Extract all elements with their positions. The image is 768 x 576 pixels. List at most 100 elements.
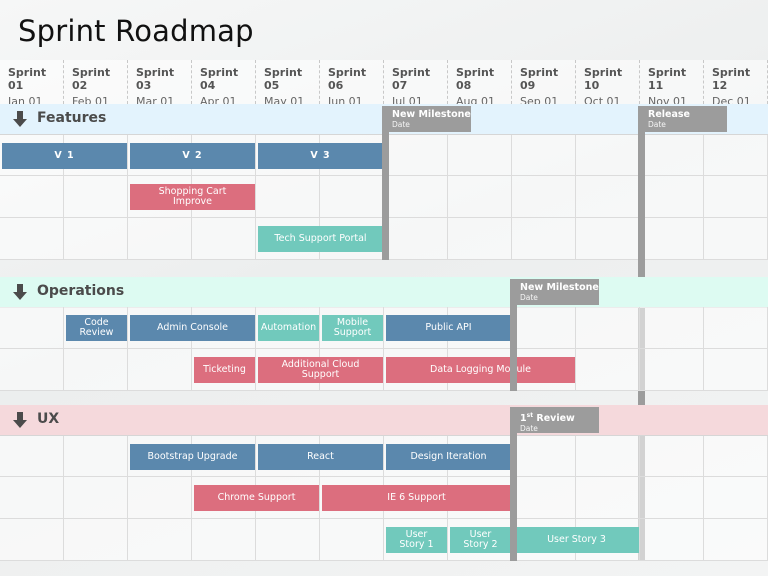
grid-cell xyxy=(640,218,704,260)
task-bar[interactable]: Public API xyxy=(386,315,511,341)
sprint-name: Sprint 04 xyxy=(200,66,239,92)
task-bar[interactable]: Additional Cloud Support xyxy=(258,357,383,383)
sprint-column-header: Sprint 04 Apr 01 xyxy=(192,60,256,108)
milestone-date: Date xyxy=(520,424,538,434)
sprint-header-row: Sprint 01 Jan 01 Sprint 02 Feb 01 Sprint 03 M… xyxy=(0,60,768,108)
grid-cell xyxy=(64,349,128,391)
grid-cell xyxy=(512,307,576,349)
milestone-flag[interactable]: New Milestone Date xyxy=(510,279,599,305)
section-title: Operations xyxy=(37,283,125,299)
task-bar[interactable]: V 3 xyxy=(258,143,383,169)
grid-cell xyxy=(512,436,576,477)
milestone-name: Release xyxy=(648,109,690,120)
grid-cell xyxy=(320,176,384,218)
task-bar[interactable]: Code Review xyxy=(66,315,127,341)
task-bar[interactable]: Admin Console xyxy=(130,315,255,341)
grid-cell xyxy=(0,307,64,349)
task-bar[interactable]: Design Iteration xyxy=(386,444,511,470)
grid-cell xyxy=(128,349,192,391)
task-bar[interactable]: User Story 1 xyxy=(386,527,447,553)
section-title: Features xyxy=(37,110,107,126)
grid-cell xyxy=(640,477,704,519)
section-header-ux[interactable]: UX xyxy=(0,405,768,436)
grid-cell xyxy=(512,477,576,519)
sprint-name: Sprint 06 xyxy=(328,66,367,92)
milestone-name: New Milestone xyxy=(392,109,471,120)
grid-cell xyxy=(448,135,512,176)
sprint-column-header: Sprint 07 Jul 01 xyxy=(384,60,448,108)
milestone-date: Date xyxy=(648,120,666,129)
task-bar[interactable]: Ticketing xyxy=(194,357,255,383)
milestone-flag[interactable]: New Milestone Date xyxy=(382,106,471,132)
task-bar[interactable]: React xyxy=(258,444,383,470)
task-bar[interactable]: Data Logging Module xyxy=(386,357,575,383)
milestone-flag[interactable]: 1st Review Date xyxy=(510,407,599,433)
grid-cell xyxy=(704,436,768,477)
grid-cell xyxy=(64,436,128,477)
sprint-column-header: Sprint 03 Mar 01 xyxy=(128,60,192,108)
grid-cell xyxy=(0,176,64,218)
grid-cell xyxy=(64,218,128,260)
sprint-name: Sprint 01 xyxy=(8,66,47,92)
task-bar[interactable]: Bootstrap Upgrade xyxy=(130,444,255,470)
sprint-name: Sprint 03 xyxy=(136,66,175,92)
arrow-down-icon[interactable] xyxy=(12,111,28,128)
grid-cell xyxy=(576,349,640,391)
grid-cell xyxy=(704,349,768,391)
page-title: Sprint Roadmap xyxy=(18,14,254,48)
sprint-name: Sprint 10 xyxy=(584,66,623,92)
milestone-flag[interactable]: Release Date xyxy=(638,106,727,132)
sprint-column-header: Sprint 06 Jun 01 xyxy=(320,60,384,108)
sprint-column-header: Sprint 05 May 01 xyxy=(256,60,320,108)
grid-cell xyxy=(704,307,768,349)
grid-cell xyxy=(384,218,448,260)
grid-cell xyxy=(576,477,640,519)
sprint-name: Sprint 11 xyxy=(648,66,687,92)
grid-cell xyxy=(320,519,384,561)
sprint-column-header: Sprint 12 Dec 01 xyxy=(704,60,768,108)
task-bar[interactable]: Chrome Support xyxy=(194,485,319,511)
grid-cell xyxy=(0,218,64,260)
task-bar[interactable]: Automation xyxy=(258,315,319,341)
grid-cell xyxy=(448,176,512,218)
task-bar[interactable]: Mobile Support xyxy=(322,315,383,341)
sprint-name: Sprint 02 xyxy=(72,66,111,92)
grid-cell xyxy=(640,349,704,391)
grid-cell xyxy=(640,519,704,561)
grid-cell xyxy=(64,176,128,218)
grid-cell xyxy=(640,307,704,349)
task-bar[interactable]: User Story 2 xyxy=(450,527,511,553)
grid-cell xyxy=(0,477,64,519)
arrow-down-icon[interactable] xyxy=(12,284,28,301)
arrow-down-icon[interactable] xyxy=(12,412,28,429)
grid-cell xyxy=(192,218,256,260)
sprint-name: Sprint 09 xyxy=(520,66,559,92)
grid-cell xyxy=(576,307,640,349)
task-bar[interactable]: V 2 xyxy=(130,143,255,169)
milestone-date: Date xyxy=(392,120,410,129)
task-bar[interactable]: User Story 3 xyxy=(514,527,639,553)
grid-cell xyxy=(256,519,320,561)
grid-cell xyxy=(640,436,704,477)
grid-cell xyxy=(0,519,64,561)
grid-cell xyxy=(448,218,512,260)
grid-cell xyxy=(128,519,192,561)
task-bar[interactable]: Tech Support Portal xyxy=(258,226,383,252)
task-bar[interactable]: V 1 xyxy=(2,143,127,169)
task-bar[interactable]: IE 6 Support xyxy=(322,485,511,511)
sprint-name: Sprint 12 xyxy=(712,66,751,92)
milestone-date: Date xyxy=(520,293,538,302)
sprint-column-header: Sprint 02 Feb 01 xyxy=(64,60,128,108)
section-header-operations[interactable]: Operations xyxy=(0,277,768,308)
grid-cell xyxy=(64,477,128,519)
milestone-name: 1st Review xyxy=(520,412,575,425)
grid-cell xyxy=(640,176,704,218)
grid-cell xyxy=(384,176,448,218)
sprint-name: Sprint 07 xyxy=(392,66,431,92)
grid-cell xyxy=(704,135,768,176)
grid-cell xyxy=(640,135,704,176)
sprint-column-header: Sprint 10 Oct 01 xyxy=(576,60,640,108)
task-bar[interactable]: Shopping Cart Improve xyxy=(130,184,255,210)
grid-cell xyxy=(576,176,640,218)
grid-cell xyxy=(576,218,640,260)
